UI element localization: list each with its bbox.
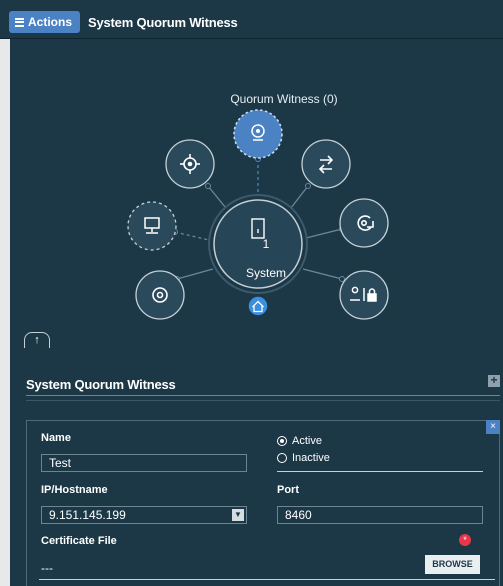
- header-bar: Actions System Quorum Witness: [0, 0, 503, 39]
- divider: [26, 395, 500, 396]
- home-icon[interactable]: [247, 295, 269, 317]
- divider: [39, 579, 495, 580]
- actions-menu-button[interactable]: Actions: [9, 11, 81, 33]
- access-node[interactable]: [339, 270, 389, 320]
- status-inactive-label: Inactive: [292, 452, 330, 464]
- volumes-node[interactable]: [135, 270, 185, 320]
- status-active-label: Active: [292, 435, 322, 447]
- panel-title: System Quorum Witness: [26, 377, 176, 392]
- details-panel: System Quorum Witness + × Name Test Acti…: [10, 348, 503, 586]
- quorum-witness-label: Quorum Witness (0): [230, 92, 338, 106]
- name-field[interactable]: Test: [41, 454, 247, 472]
- certificate-file-value: ---: [41, 561, 53, 575]
- arrow-up-icon: ↑: [34, 334, 40, 346]
- plus-icon: +: [490, 373, 498, 387]
- hamburger-icon: [15, 17, 24, 27]
- radio-selected-icon: [277, 436, 287, 446]
- ip-hostname-label: IP/Hostname: [41, 484, 108, 496]
- add-witness-button[interactable]: +: [488, 373, 500, 387]
- radio-unselected-icon: [277, 453, 287, 463]
- page-title: System Quorum Witness: [88, 15, 238, 30]
- storage-copy-node[interactable]: [339, 198, 389, 248]
- required-icon: *: [459, 534, 471, 546]
- topology-canvas: Quorum Witness (0) 1 System ↑: [10, 39, 503, 348]
- status-active-radio[interactable]: Active: [277, 435, 322, 447]
- actions-label: Actions: [28, 15, 73, 29]
- witness-form: × Name Test Active Inactive IP/Hostname …: [26, 420, 500, 586]
- collapse-toggle[interactable]: ↑: [24, 332, 50, 348]
- certificate-file-label: Certificate File: [41, 535, 117, 547]
- ip-hostname-select[interactable]: 9.151.145.199 ▼: [41, 506, 247, 524]
- chevron-down-icon: ▼: [232, 509, 244, 521]
- hosts-node[interactable]: [127, 201, 177, 251]
- target-node[interactable]: [165, 139, 215, 189]
- port-field[interactable]: 8460: [277, 506, 483, 524]
- quorum-witness-node[interactable]: [233, 109, 283, 159]
- replication-node[interactable]: [301, 139, 351, 189]
- system-count: 1: [262, 237, 270, 251]
- divider: [26, 400, 500, 401]
- close-form-button[interactable]: ×: [486, 420, 500, 434]
- system-label: System: [245, 266, 286, 280]
- status-inactive-radio[interactable]: Inactive: [277, 452, 330, 464]
- port-label: Port: [277, 484, 299, 496]
- name-label: Name: [41, 432, 71, 444]
- divider: [277, 471, 483, 472]
- close-icon: ×: [490, 421, 496, 432]
- ip-hostname-value: 9.151.145.199: [49, 508, 126, 522]
- browse-button[interactable]: BROWSE: [425, 555, 480, 574]
- topology-diagram: [127, 109, 389, 320]
